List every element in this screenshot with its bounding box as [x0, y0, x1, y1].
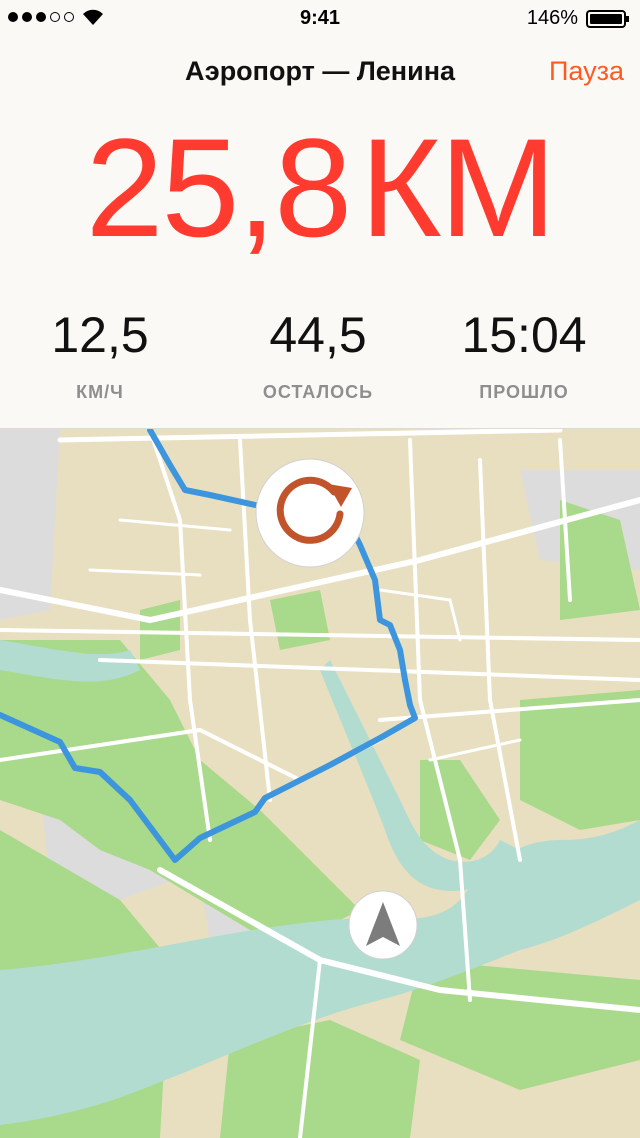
stat-speed: 12,5 КМ/Ч — [0, 310, 200, 403]
distance-value: 25,8 — [85, 109, 352, 266]
stat-value: 44,5 — [269, 307, 367, 363]
distance-unit: КМ — [360, 109, 556, 266]
battery-percentage: 146% — [526, 7, 578, 29]
stat-remaining: 44,5 ОСТАЛОСЬ — [218, 310, 418, 403]
stat-elapsed: 15:04 ПРОШЛО — [424, 310, 624, 403]
stat-label: ПРОШЛО — [479, 382, 569, 402]
route-title: Аэропорт — Ленина — [184, 56, 456, 86]
distance-display: 25,8КМ — [0, 118, 640, 258]
pause-button[interactable]: Пауза — [549, 56, 624, 87]
recenter-button[interactable] — [255, 458, 365, 568]
battery-icon — [586, 10, 629, 28]
location-button[interactable] — [348, 890, 418, 960]
status-bar: 9:41 146% — [0, 0, 640, 36]
stat-label: ОСТАЛОСЬ — [262, 382, 374, 402]
stat-value: 12,5 — [51, 307, 149, 363]
stat-label: КМ/Ч — [76, 382, 124, 402]
stat-value: 15:04 — [461, 307, 587, 363]
trip-header: 9:41 146% Аэропорт — Ленина Пауза 25,8КМ… — [0, 0, 640, 429]
